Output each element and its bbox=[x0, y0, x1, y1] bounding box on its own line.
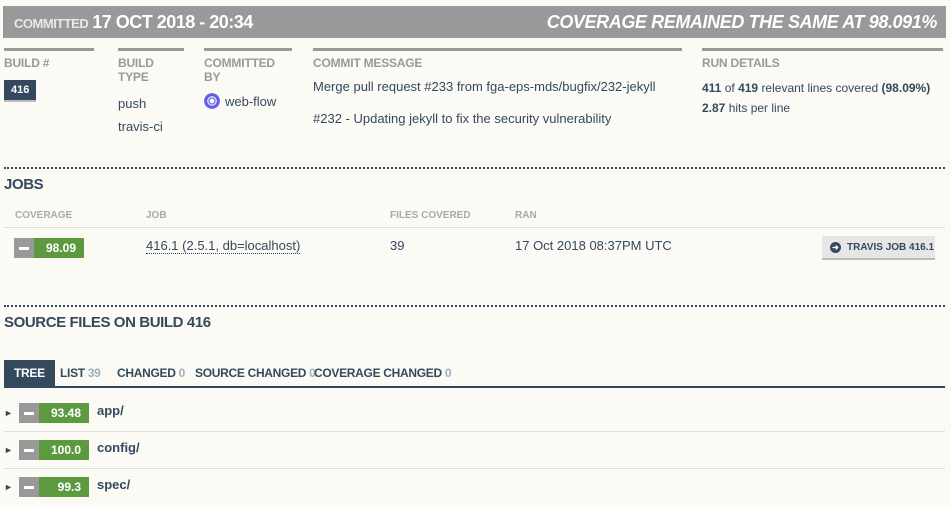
col-files-covered: FILES COVERED bbox=[390, 210, 471, 221]
tab-label: CHANGED bbox=[117, 366, 176, 380]
jobs-title: JOBS bbox=[4, 176, 44, 193]
commit-message-line2: #232 - Updating jekyll to fix the securi… bbox=[313, 111, 612, 126]
folder-name[interactable]: app/ bbox=[97, 403, 124, 418]
lines-covered: 411 of 419 relevant lines covered (98.09… bbox=[702, 81, 943, 95]
build-type-column: BUILD TYPE push travis-ci bbox=[118, 48, 184, 134]
col-ran: RAN bbox=[515, 210, 537, 221]
build-number-column: BUILD # 416 bbox=[4, 48, 94, 102]
committer-name: web-flow bbox=[225, 94, 277, 109]
build-type-event: push bbox=[118, 96, 147, 111]
hits-per-line: 2.87 hits per line bbox=[702, 101, 943, 115]
build-type-service: travis-ci bbox=[118, 119, 163, 134]
folder-name[interactable]: spec/ bbox=[97, 477, 130, 492]
commit-message-line1: Merge pull request #233 from fga-eps-mds… bbox=[313, 79, 656, 94]
tab-changed[interactable]: CHANGED 0 bbox=[117, 360, 185, 386]
arrow-circle-right-icon: ➜ bbox=[830, 241, 841, 253]
divider bbox=[4, 305, 945, 307]
expand-triangle-icon[interactable]: ► bbox=[4, 408, 13, 418]
travis-job-label: TRAVIS JOB 416.1 bbox=[847, 241, 935, 253]
tab-list[interactable]: LIST 39 bbox=[60, 360, 101, 386]
committed-by-column: COMMITTED BY web-flow bbox=[204, 48, 292, 109]
travis-job-button[interactable]: ➜ TRAVIS JOB 416.1 bbox=[822, 236, 935, 260]
build-type-label: BUILD TYPE bbox=[118, 56, 154, 84]
committed-info: COMMITTED 17 OCT 2018 - 20:34 bbox=[14, 12, 253, 33]
tab-label: TREE bbox=[14, 366, 45, 380]
tab-count: 0 bbox=[444, 366, 452, 380]
expand-triangle-icon[interactable]: ► bbox=[4, 482, 13, 492]
files-covered-value: 39 bbox=[390, 238, 405, 253]
tab-source-changed[interactable]: SOURCE CHANGED 0 bbox=[195, 360, 316, 386]
committed-by-label: COMMITTED BY bbox=[204, 56, 275, 84]
table-header-divider bbox=[4, 227, 945, 228]
col-coverage: COVERAGE bbox=[15, 210, 73, 221]
coverage-status: COVERAGE REMAINED THE SAME AT 98.091% bbox=[546, 12, 938, 32]
coverage-change-icon bbox=[19, 477, 39, 497]
lines-text: relevant lines covered bbox=[761, 81, 879, 95]
tree-row[interactable]: ► 93.48 app/ bbox=[4, 396, 945, 433]
build-number-label: BUILD # bbox=[4, 56, 50, 70]
hits-text: hits per line bbox=[728, 101, 791, 115]
coverage-change-icon bbox=[19, 403, 39, 423]
source-files-tabs: TREE LIST 39 CHANGED 0 SOURCE CHANGED 0 COV… bbox=[4, 360, 945, 388]
coverage-change-icon bbox=[19, 440, 39, 460]
tree-coverage-badge: 93.48 bbox=[19, 403, 89, 423]
of-text: of bbox=[724, 81, 735, 95]
committed-label: COMMITTED bbox=[14, 16, 89, 31]
tree-coverage-badge: 100.0 bbox=[19, 440, 89, 460]
commit-header-bar: COMMITTED 17 OCT 2018 - 20:34 COVERAGE RE… bbox=[3, 6, 946, 38]
expand-triangle-icon[interactable]: ► bbox=[4, 445, 13, 455]
total-count: 419 bbox=[738, 81, 759, 95]
tree-coverage-value: 99.3 bbox=[39, 477, 89, 497]
tab-tree[interactable]: TREE bbox=[4, 360, 55, 386]
divider bbox=[4, 167, 945, 169]
col-job: JOB bbox=[146, 210, 167, 221]
commit-message-column: COMMIT MESSAGE Merge pull request #233 f… bbox=[313, 48, 682, 126]
coverage-percent: (98.09%) bbox=[881, 81, 931, 95]
tab-label: LIST bbox=[60, 366, 85, 380]
row-divider bbox=[4, 431, 945, 432]
run-details-label: RUN DETAILS bbox=[702, 56, 780, 70]
committed-date: 17 OCT 2018 - 20:34 bbox=[92, 12, 253, 32]
folder-name[interactable]: config/ bbox=[97, 440, 140, 455]
tab-label: COVERAGE CHANGED bbox=[314, 366, 442, 380]
tree-coverage-value: 100.0 bbox=[39, 440, 89, 460]
tree-coverage-value: 93.48 bbox=[39, 403, 89, 423]
avatar-icon bbox=[204, 93, 220, 109]
job-coverage-value: 98.09 bbox=[34, 238, 84, 258]
row-divider bbox=[4, 468, 945, 469]
tab-label: SOURCE CHANGED bbox=[195, 366, 307, 380]
commit-message-label: COMMIT MESSAGE bbox=[313, 56, 423, 70]
job-link[interactable]: 416.1 (2.5.1, db=localhost) bbox=[146, 238, 301, 254]
tab-count: 39 bbox=[87, 366, 101, 380]
tree-row[interactable]: ► 99.3 spec/ bbox=[4, 470, 945, 507]
build-number-badge[interactable]: 416 bbox=[4, 80, 37, 102]
run-details-column: RUN DETAILS 411 of 419 relevant lines co… bbox=[702, 48, 943, 115]
tab-count: 0 bbox=[178, 366, 186, 380]
tab-coverage-changed[interactable]: COVERAGE CHANGED 0 bbox=[314, 360, 452, 386]
job-coverage-badge: 98.09 bbox=[14, 238, 84, 258]
coverage-change-icon bbox=[14, 238, 34, 258]
covered-count: 411 bbox=[702, 81, 722, 95]
tree-row[interactable]: ► 100.0 config/ bbox=[4, 433, 945, 470]
hits-value: 2.87 bbox=[702, 101, 726, 115]
ran-value: 17 Oct 2018 08:37PM UTC bbox=[515, 238, 672, 253]
tree-coverage-badge: 99.3 bbox=[19, 477, 89, 497]
source-files-title: SOURCE FILES ON BUILD 416 bbox=[4, 314, 211, 331]
committer[interactable]: web-flow bbox=[204, 93, 292, 109]
